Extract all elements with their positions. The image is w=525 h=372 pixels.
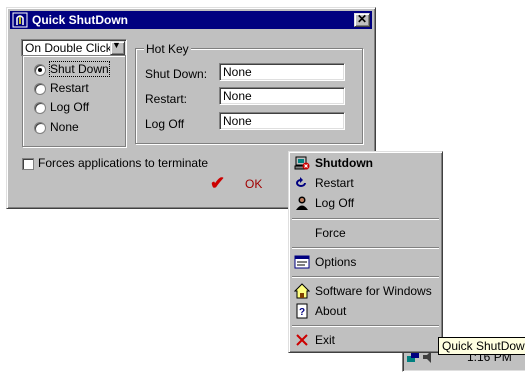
- help-icon: ?: [294, 303, 310, 319]
- hotkey-label-log-off: Log Off: [145, 117, 185, 131]
- menu-label: Log Off: [315, 196, 355, 210]
- radio-button[interactable]: [34, 64, 46, 76]
- hotkey-group: Hot Key Shut Down: None Restart: None Lo…: [135, 42, 363, 144]
- force-checkbox[interactable]: [22, 158, 34, 170]
- trigger-select-value: On Double Click:: [25, 41, 116, 55]
- menu-label: Shutdown: [315, 156, 373, 170]
- tooltip-text: Quick ShutDown: [442, 339, 525, 353]
- hotkey-field-restart[interactable]: None: [219, 87, 345, 105]
- menu-item-shutdown[interactable]: Shutdown: [292, 154, 439, 172]
- window-title: Quick ShutDown: [32, 13, 128, 27]
- radio-label: Log Off: [50, 100, 90, 114]
- force-checkbox-label: Forces applications to terminate: [38, 156, 209, 170]
- action-radio-group: Shut Down Restart Log Off None: [22, 55, 126, 147]
- menu-label: Software for Windows: [315, 284, 432, 298]
- ok-button[interactable]: ✔ OK: [210, 173, 270, 196]
- radio-label: Restart: [50, 81, 89, 95]
- shutdown-icon: [294, 155, 310, 171]
- tray-context-menu: Shutdown Restart Log Off Force Options S…: [288, 151, 443, 353]
- hotkey-field-log-off[interactable]: None: [219, 112, 345, 130]
- close-button[interactable]: ✕: [354, 12, 370, 27]
- checkmark-icon: ✔: [210, 173, 226, 193]
- menu-label: Exit: [315, 333, 336, 347]
- restart-icon: [294, 175, 310, 191]
- menu-label: About: [315, 304, 347, 318]
- radio-button[interactable]: [34, 102, 46, 114]
- radio-label: Shut Down: [49, 61, 110, 77]
- hotkey-legend: Hot Key: [144, 42, 191, 56]
- chevron-down-icon: ▼: [112, 40, 121, 50]
- menu-item-force[interactable]: Force: [292, 224, 439, 242]
- hotkey-field-shut-down[interactable]: None: [219, 63, 345, 81]
- menu-separator: [292, 218, 439, 220]
- title-bar[interactable]: Quick ShutDown ✕: [10, 11, 372, 29]
- svg-text:?: ?: [299, 307, 305, 318]
- menu-label: Force: [315, 226, 346, 240]
- dropdown-button[interactable]: ▼: [110, 40, 125, 55]
- home-icon: [293, 283, 311, 299]
- menu-item-about[interactable]: ? About: [292, 302, 439, 320]
- menu-item-exit[interactable]: Exit: [292, 331, 439, 349]
- app-icon: [12, 12, 28, 28]
- radio-button[interactable]: [34, 122, 46, 134]
- menu-item-log-off[interactable]: Log Off: [292, 194, 439, 212]
- hotkey-label-restart: Restart:: [145, 92, 188, 106]
- hotkey-value: None: [223, 89, 252, 103]
- options-icon: [294, 254, 310, 270]
- menu-separator: [292, 276, 439, 278]
- menu-label: Restart: [315, 176, 354, 190]
- menu-item-options[interactable]: Options: [292, 253, 439, 271]
- radio-button[interactable]: [34, 83, 46, 95]
- hotkey-value: None: [223, 114, 252, 128]
- hotkey-label-shut-down: Shut Down:: [145, 67, 208, 81]
- menu-item-software[interactable]: Software for Windows: [292, 282, 439, 300]
- menu-separator: [292, 325, 439, 327]
- radio-label: None: [50, 120, 79, 134]
- close-icon: ✕: [356, 12, 368, 26]
- menu-separator: [292, 247, 439, 249]
- exit-icon: [294, 332, 310, 348]
- ok-label: OK: [245, 177, 263, 191]
- menu-item-restart[interactable]: Restart: [292, 174, 439, 192]
- menu-label: Options: [315, 255, 357, 269]
- hotkey-value: None: [223, 65, 252, 79]
- logoff-icon: [294, 195, 310, 211]
- tray-tooltip: Quick ShutDown: [438, 337, 525, 355]
